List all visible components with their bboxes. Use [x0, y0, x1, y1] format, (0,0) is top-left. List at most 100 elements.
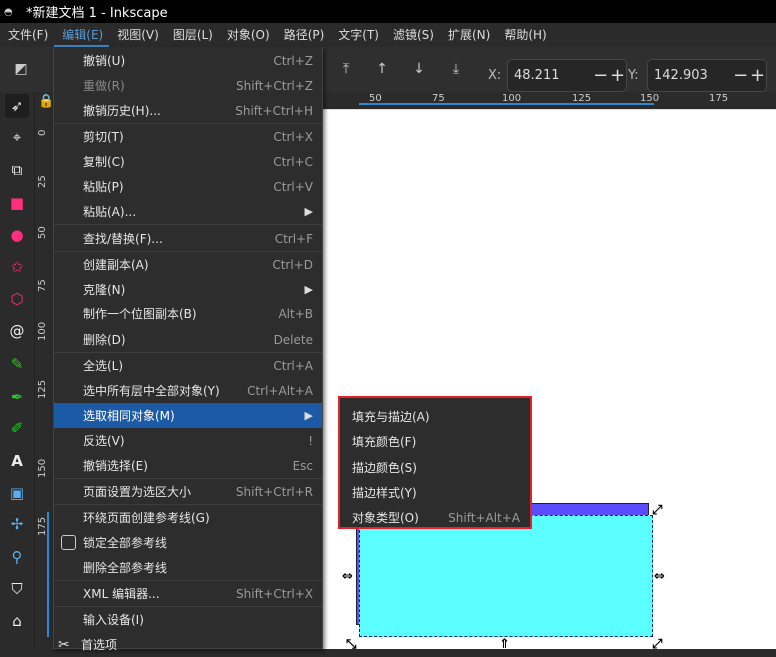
y-value[interactable]: 142.903 — [648, 68, 732, 83]
ruler-label: 100 — [37, 321, 48, 341]
edit-menu-item[interactable]: 撤销(U) Ctrl+Z — [54, 48, 322, 73]
scale-handle-icon[interactable]: ⇔ — [654, 570, 665, 583]
select-same-item[interactable]: 描边样式(Y) — [340, 480, 530, 505]
edit-menu-item[interactable]: 锁定全部参考线 — [54, 530, 322, 555]
pen-tool-icon[interactable]: ✒ — [5, 385, 29, 409]
edit-menu-item[interactable]: 反选(V)! — [54, 428, 322, 453]
menu-item-label: 锁定全部参考线 — [83, 536, 168, 550]
edit-menu-item[interactable]: 选中所有层中全部对象(Y) Ctrl+Alt+A — [54, 378, 322, 403]
scale-handle-icon[interactable]: ⤢ — [652, 638, 662, 651]
x-coordinate-field[interactable]: X: 48.211 − + — [488, 59, 627, 92]
edit-menu-item[interactable]: 克隆(N) ▶ — [54, 277, 322, 302]
menu-item-label: 首选项 — [81, 638, 118, 652]
eraser-tool-icon[interactable]: ⌂ — [5, 609, 29, 633]
select-same-item[interactable]: 填充与描边(A) — [340, 404, 530, 429]
x-value[interactable]: 48.211 — [508, 68, 592, 83]
spiral-tool-icon[interactable]: @ — [5, 319, 29, 343]
lower-icon[interactable]: ↓ — [409, 59, 429, 79]
edit-menu-item[interactable]: 删除全部参考线 — [54, 555, 322, 580]
edit-menu-item[interactable]: 制作一个位图副本(B) Alt+B — [54, 301, 322, 326]
raise-icon[interactable]: ↑ — [372, 59, 392, 79]
lower-to-bottom-icon[interactable]: ⤓ — [446, 59, 466, 79]
scale-handle-icon[interactable]: ⤡ — [346, 638, 356, 651]
dropper-tool-icon[interactable]: ⚲ — [5, 545, 29, 569]
menu-item-label: 输入设备(I) — [83, 613, 144, 627]
y-increment-button[interactable]: + — [749, 65, 766, 86]
select-same-item[interactable]: 填充颜色(F) — [340, 429, 530, 454]
menu-object[interactable]: 对象(O) — [219, 23, 276, 47]
edit-menu-item[interactable]: 全选(L) Ctrl+A — [54, 353, 322, 378]
menu-item-label: 选中所有层中全部对象(Y) — [83, 384, 220, 398]
checkbox[interactable] — [61, 535, 76, 550]
select-all-icon[interactable]: ◩ — [11, 59, 31, 79]
edit-menu-item[interactable]: 重做(R) Shift+Ctrl+Z — [54, 73, 322, 98]
x-decrement-button[interactable]: − — [592, 65, 609, 86]
edit-menu-item[interactable]: 粘贴(A)... ▶ — [54, 199, 322, 224]
menu-extensions[interactable]: 扩展(N) — [440, 23, 496, 47]
calligraphy-tool-icon[interactable]: ✐ — [5, 416, 29, 440]
menu-item-shortcut: Esc — [292, 458, 313, 473]
menu-help[interactable]: 帮助(H) — [496, 23, 552, 47]
select-same-item[interactable]: 对象类型(O) Shift+Alt+A — [340, 505, 530, 530]
menu-filters[interactable]: 滤镜(S) — [385, 23, 440, 47]
menu-path[interactable]: 路径(P) — [276, 23, 331, 47]
x-label: X: — [488, 68, 502, 83]
edit-menu-item[interactable]: XML 编辑器... Shift+Ctrl+X — [54, 581, 322, 606]
menu-view[interactable]: 视图(V) — [109, 23, 165, 47]
edit-menu-item[interactable]: 删除(D) Delete — [54, 327, 322, 352]
submenu-arrow-icon: ▶ — [304, 283, 313, 296]
x-increment-button[interactable]: + — [609, 65, 626, 86]
menu-item-shortcut: ! — [308, 433, 313, 448]
menu-item-shortcut: Ctrl+Z — [273, 53, 313, 68]
selector-tool-icon[interactable]: ➶ — [5, 94, 29, 118]
ruler-label: 50 — [37, 226, 48, 239]
menu-item-label: 粘贴(A)... — [83, 205, 137, 219]
edit-menu-item[interactable]: 剪切(T) Ctrl+X — [54, 124, 322, 149]
node-tool-icon[interactable]: ⌖ — [5, 125, 29, 149]
menu-item-label: 填充与描边(A) — [352, 410, 430, 424]
text-tool-icon[interactable]: A — [5, 449, 29, 473]
edit-menu-item[interactable]: 选取相同对象(M) ▶ — [54, 403, 322, 428]
guide-line-horizontal[interactable] — [359, 103, 654, 105]
menu-item-shortcut: Ctrl+A — [273, 358, 313, 373]
y-decrement-button[interactable]: − — [732, 65, 749, 86]
ruler-label: 150 — [37, 458, 48, 478]
paint-bucket-tool-icon[interactable]: ⛉ — [5, 577, 29, 601]
3d-box-tool-icon[interactable]: ⬡ — [5, 287, 29, 311]
raise-to-top-icon[interactable]: ⤒ — [336, 59, 356, 79]
y-label: Y: — [628, 68, 639, 83]
ellipse-tool-icon[interactable]: ● — [5, 223, 29, 247]
edit-menu-item[interactable]: 创建副本(A) Ctrl+D — [54, 252, 322, 277]
scale-handle-icon[interactable]: ⇔ — [342, 570, 353, 583]
menu-text[interactable]: 文字(T) — [330, 23, 385, 47]
edit-menu-item[interactable]: ✂ 首选项 — [54, 632, 322, 657]
edit-menu-item[interactable]: 输入设备(I) — [54, 607, 322, 632]
y-coordinate-field[interactable]: Y: 142.903 − + — [628, 59, 767, 92]
edit-menu-item[interactable]: 查找/替换(F)... Ctrl+F — [54, 226, 322, 251]
menu-edit[interactable]: 编辑(E) — [54, 23, 110, 47]
edit-menu-item[interactable]: 环绕页面创建参考线(G) — [54, 505, 322, 530]
menu-layer[interactable]: 图层(L) — [165, 23, 219, 47]
edit-menu-item[interactable]: 撤销历史(H)... Shift+Ctrl+H — [54, 98, 322, 123]
menu-item-label: 撤销(U) — [83, 54, 126, 68]
menu-bar: 文件(F) 编辑(E) 视图(V) 图层(L) 对象(O) 路径(P) 文字(T… — [0, 23, 776, 47]
mesh-tool-icon[interactable]: ✢ — [5, 512, 29, 536]
edit-menu-item[interactable]: 撤销选择(E) Esc — [54, 453, 322, 478]
select-same-item[interactable]: 描边颜色(S) — [340, 455, 530, 480]
tweak-tool-icon[interactable]: ⧉ — [5, 158, 29, 182]
menu-file[interactable]: 文件(F) — [0, 23, 54, 47]
star-tool-icon[interactable]: ✩ — [5, 255, 29, 279]
rectangle-tool-icon[interactable]: ■ — [5, 191, 29, 215]
pencil-tool-icon[interactable]: ✎ — [5, 352, 29, 376]
edit-menu-item[interactable]: 复制(C) Ctrl+C — [54, 149, 322, 174]
scale-handle-icon[interactable]: ⤢ — [652, 504, 662, 517]
vertical-ruler[interactable]: 🔒 0 25 50 75 100 125 150 175 — [35, 92, 55, 649]
menu-item-label: 重做(R) — [83, 79, 125, 93]
lock-icon[interactable]: 🔒 — [38, 94, 54, 109]
rectangle-front[interactable] — [359, 515, 653, 637]
edit-menu-item[interactable]: 粘贴(P) Ctrl+V — [54, 174, 322, 199]
edit-menu: 撤销(U) Ctrl+Z 重做(R) Shift+Ctrl+Z 撤销历史(H)... Sh… — [53, 47, 323, 653]
gradient-tool-icon[interactable]: ▣ — [5, 481, 29, 505]
edit-menu-item[interactable]: 页面设置为选区大小 Shift+Ctrl+R — [54, 479, 322, 504]
scale-handle-icon[interactable]: ⇑ — [499, 638, 510, 651]
